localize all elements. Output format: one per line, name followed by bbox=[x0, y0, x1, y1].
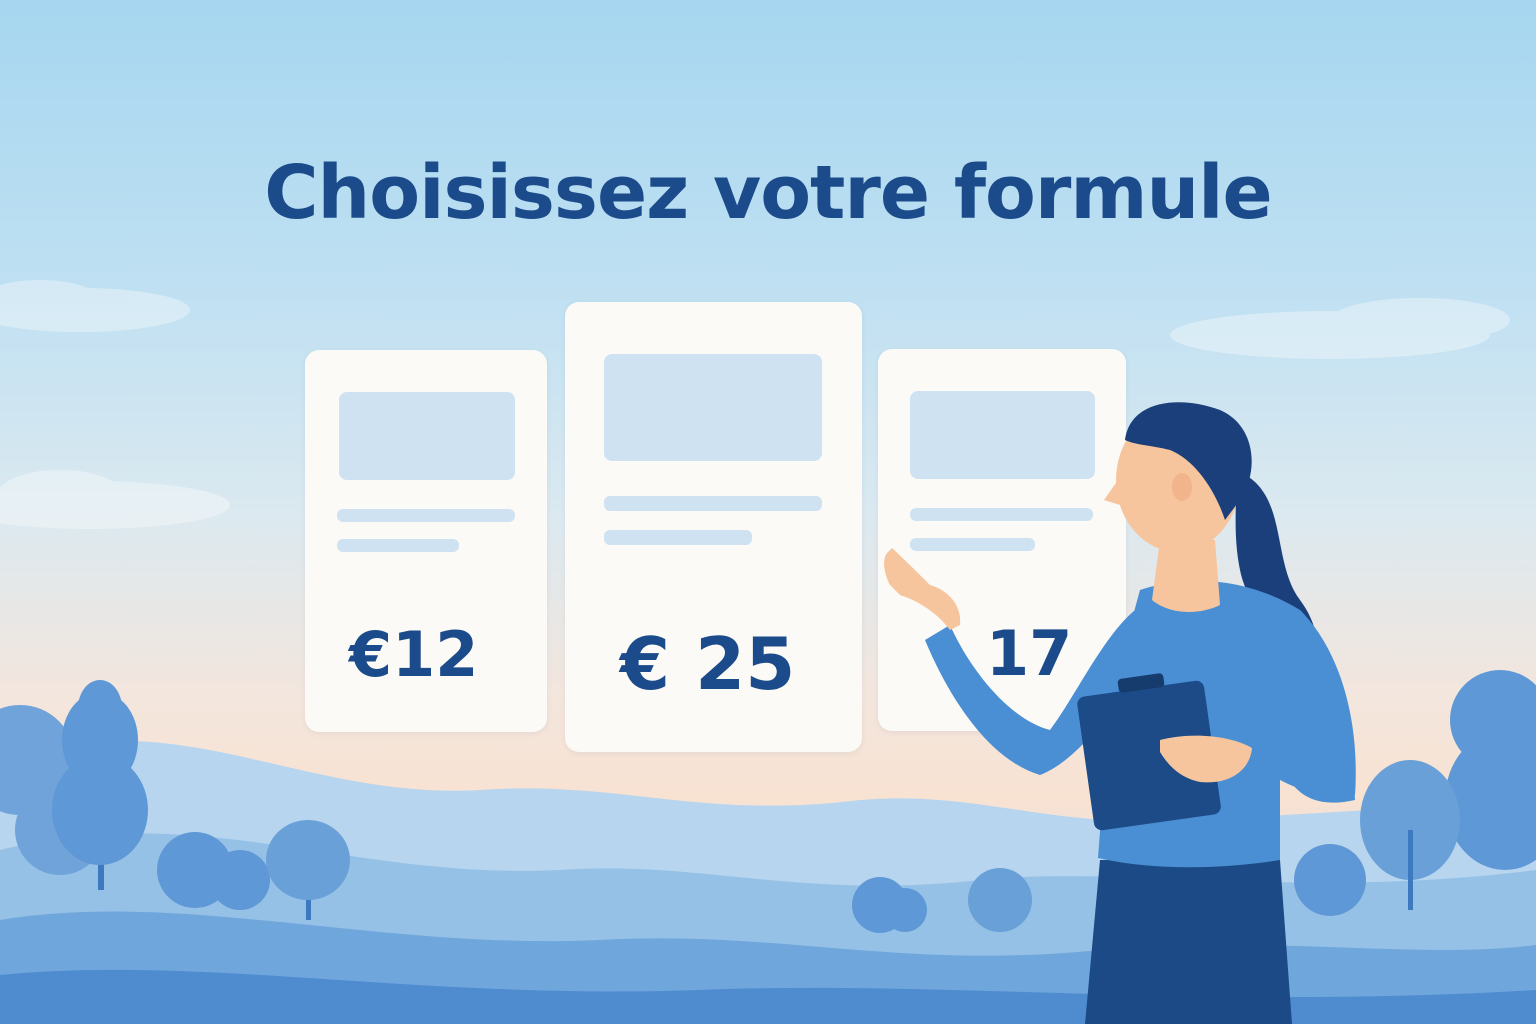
illustration-scene: Choisissez votre formule €12 € 25 17 bbox=[0, 0, 1536, 1024]
woman-pointing-illustration bbox=[884, 402, 1356, 1024]
